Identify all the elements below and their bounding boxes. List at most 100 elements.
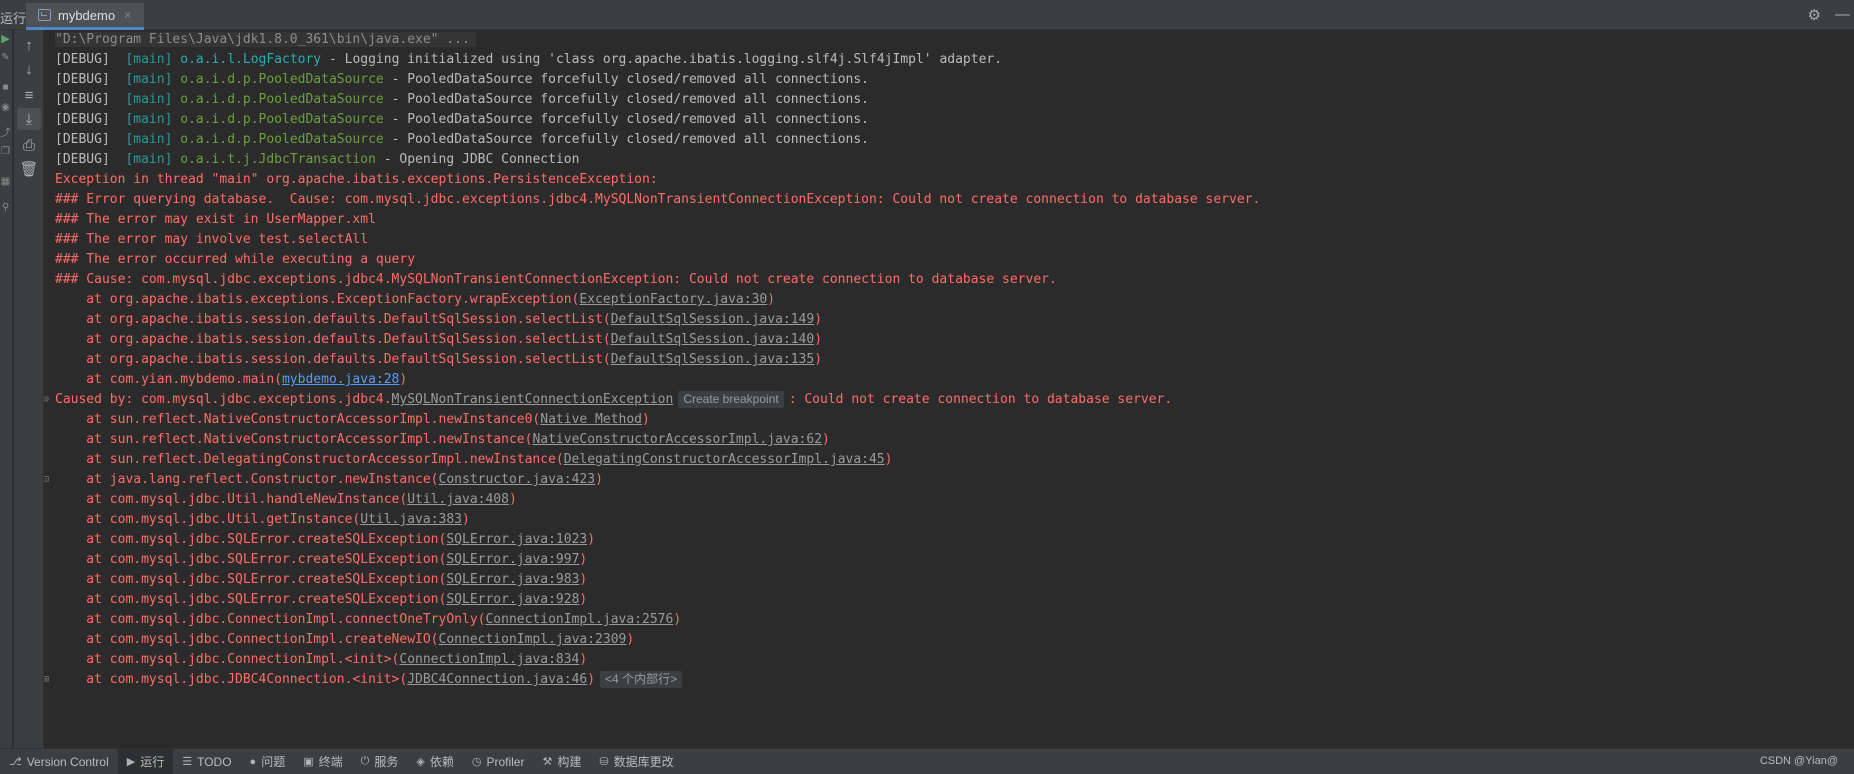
error-line: ### The error may involve test.selectAll bbox=[55, 232, 369, 247]
copy-icon[interactable]: ❐ bbox=[0, 146, 11, 157]
tab-mybdemo[interactable]: mybdemo × bbox=[26, 3, 144, 30]
scroll-to-end-icon[interactable]: ⤓ bbox=[17, 108, 41, 130]
source-link[interactable]: SQLError.java:983 bbox=[446, 572, 579, 587]
internal-lines-button[interactable]: <4 个内部行> bbox=[600, 671, 683, 688]
stack-frame: at sun.reflect.NativeConstructorAccessor… bbox=[55, 432, 830, 447]
source-link[interactable]: DelegatingConstructorAccessorImpl.java:4… bbox=[564, 452, 885, 467]
source-link[interactable]: ConnectionImpl.java:834 bbox=[399, 652, 579, 667]
log-level: [DEBUG] bbox=[55, 112, 110, 127]
log-thread: [main] bbox=[125, 72, 173, 87]
problems-icon: ● bbox=[249, 755, 257, 768]
log-thread: [main] bbox=[125, 152, 173, 167]
problems-button[interactable]: ● 问题 bbox=[241, 749, 295, 774]
console-line: [DEBUG] [main] o.a.i.l.LogFactory - Logg… bbox=[55, 50, 1002, 70]
caused-by-line: Caused by: com.mysql.jdbc.exceptions.jdb… bbox=[55, 391, 1173, 408]
fold-icon[interactable]: ⊖ bbox=[44, 394, 53, 405]
console-output[interactable]: "D:\Program Files\Java\jdk1.8.0_361\bin\… bbox=[44, 30, 1854, 748]
source-link[interactable]: Util.java:408 bbox=[407, 492, 509, 507]
wrench-icon[interactable]: ✎ bbox=[0, 52, 11, 63]
terminal-button[interactable]: ▣ 终端 bbox=[294, 749, 351, 774]
stack-frame: at com.mysql.jdbc.Util.handleNewInstance… bbox=[55, 492, 517, 507]
source-link[interactable]: DefaultSqlSession.java:135 bbox=[611, 352, 815, 367]
play-icon: ▶ bbox=[126, 756, 136, 768]
arrow-up-icon[interactable]: ↑ bbox=[17, 34, 41, 56]
stack-frame: at org.apache.ibatis.exceptions.Exceptio… bbox=[55, 292, 776, 307]
log-message: - Opening JDBC Connection bbox=[375, 152, 580, 167]
exception-link[interactable]: MySQLNonTransientConnectionException bbox=[392, 392, 674, 407]
log-thread: [main] bbox=[125, 92, 173, 107]
log-message: - PooledDataSource forcefully closed/rem… bbox=[383, 92, 870, 107]
print-icon[interactable]: ⎙ bbox=[17, 134, 41, 156]
console-line: [DEBUG] [main] o.a.i.t.j.JdbcTransaction… bbox=[55, 150, 579, 170]
close-icon[interactable]: × bbox=[124, 8, 131, 22]
source-link[interactable]: ConnectionImpl.java:2309 bbox=[439, 632, 627, 647]
stack-frame: at com.mysql.jdbc.SQLError.createSQLExce… bbox=[55, 572, 588, 587]
todo-button[interactable]: ☰ TODO bbox=[173, 749, 240, 774]
source-link[interactable]: mybdemo.java:28 bbox=[282, 372, 399, 387]
stack-frame: at com.mysql.jdbc.ConnectionImpl.connect… bbox=[55, 612, 682, 627]
log-logger: o.a.i.d.p.PooledDataSource bbox=[180, 92, 384, 107]
log-level: [DEBUG] bbox=[55, 92, 110, 107]
rerun-icon[interactable]: ▶ bbox=[0, 32, 11, 45]
source-link[interactable]: Native Method bbox=[540, 412, 642, 427]
log-message: - PooledDataSource forcefully closed/rem… bbox=[383, 132, 870, 147]
source-link[interactable]: Constructor.java:423 bbox=[439, 472, 596, 487]
services-button[interactable]: ⏻ 服务 bbox=[352, 749, 408, 774]
tab-title: mybdemo bbox=[58, 7, 116, 23]
bottom-tool-bar: ⎇ Version Control ▶ 运行 ☰ TODO ● 问题 ▣ 终端 ⏻ 服务 ◈… bbox=[0, 748, 1854, 774]
log-level: [DEBUG] bbox=[55, 72, 110, 87]
lock-icon: ⊡ bbox=[44, 474, 50, 485]
log-logger: o.a.i.d.p.PooledDataSource bbox=[180, 72, 384, 87]
gear-icon[interactable]: ⚙ bbox=[1808, 6, 1821, 24]
source-link[interactable]: DefaultSqlSession.java:140 bbox=[611, 332, 815, 347]
source-link[interactable]: DefaultSqlSession.java:149 bbox=[611, 312, 815, 327]
expand-icon[interactable]: ⊞ bbox=[44, 674, 53, 685]
dependencies-icon: ◈ bbox=[416, 756, 425, 768]
arrow-down-icon[interactable]: ↓ bbox=[17, 58, 41, 80]
run-config-icon bbox=[38, 9, 51, 21]
profiler-icon: ◷ bbox=[471, 756, 482, 768]
source-link[interactable]: Util.java:383 bbox=[360, 512, 462, 527]
source-link[interactable]: JDBC4Connection.java:46 bbox=[407, 672, 587, 687]
console-line: [DEBUG] [main] o.a.i.d.p.PooledDataSourc… bbox=[55, 90, 869, 110]
console-line: "D:\Program Files\Java\jdk1.8.0_361\bin\… bbox=[55, 30, 476, 50]
source-link[interactable]: ConnectionImpl.java:2576 bbox=[485, 612, 673, 627]
pin-icon[interactable]: ⚲ bbox=[0, 202, 11, 213]
minimize-icon[interactable]: — bbox=[1835, 6, 1850, 24]
source-link[interactable]: ExceptionFactory.java:30 bbox=[579, 292, 767, 307]
soft-wrap-icon[interactable]: ≡ bbox=[17, 84, 41, 106]
trash-icon[interactable]: 🗑 bbox=[17, 158, 41, 180]
exit-icon[interactable]: ⤴ bbox=[0, 124, 11, 139]
database-changes-button[interactable]: ⛁ 数据库更改 bbox=[590, 749, 682, 774]
create-breakpoint-button[interactable]: Create breakpoint bbox=[678, 391, 784, 408]
log-logger: o.a.i.t.j.JdbcTransaction bbox=[180, 152, 376, 167]
stack-frame: at java.lang.reflect.Constructor.newInst… bbox=[55, 472, 603, 487]
version-control-button[interactable]: ⎇ Version Control bbox=[0, 749, 118, 774]
dependencies-button[interactable]: ◈ 依赖 bbox=[407, 749, 462, 774]
layout-icon[interactable]: ▦ bbox=[0, 176, 11, 187]
log-thread: [main] bbox=[125, 52, 173, 67]
stack-frame: at sun.reflect.DelegatingConstructorAcce… bbox=[55, 452, 893, 467]
console-line: [DEBUG] [main] o.a.i.d.p.PooledDataSourc… bbox=[55, 130, 869, 150]
log-level: [DEBUG] bbox=[55, 152, 110, 167]
stack-frame: at com.yian.mybdemo.main(mybdemo.java:28… bbox=[55, 372, 408, 387]
watermark: CSDN @Yian@ bbox=[1759, 755, 1838, 767]
run-tool-window-header: 运行: mybdemo × ⚙ — bbox=[0, 0, 1854, 30]
source-link[interactable]: SQLError.java:997 bbox=[446, 552, 579, 567]
source-link[interactable]: SQLError.java:1023 bbox=[446, 532, 587, 547]
error-line: ### Error querying database. Cause: com.… bbox=[55, 192, 1261, 207]
stop-icon[interactable]: ■ bbox=[0, 82, 11, 93]
build-button[interactable]: ⚒ 构建 bbox=[533, 749, 590, 774]
profiler-button[interactable]: ◷ Profiler bbox=[463, 749, 534, 774]
hammer-icon: ⚒ bbox=[542, 756, 553, 768]
database-icon: ⛁ bbox=[599, 756, 609, 768]
log-message: - PooledDataSource forcefully closed/rem… bbox=[383, 112, 870, 127]
source-link[interactable]: SQLError.java:928 bbox=[446, 592, 579, 607]
run-button[interactable]: ▶ 运行 bbox=[117, 748, 174, 774]
camera-icon[interactable]: ◉ bbox=[0, 102, 11, 113]
source-link[interactable]: NativeConstructorAccessorImpl.java:62 bbox=[532, 432, 822, 447]
error-line: ### The error may exist in UserMapper.xm… bbox=[55, 212, 376, 227]
services-icon: ⏻ bbox=[360, 755, 370, 767]
log-thread: [main] bbox=[125, 112, 173, 127]
log-level: [DEBUG] bbox=[55, 52, 110, 67]
